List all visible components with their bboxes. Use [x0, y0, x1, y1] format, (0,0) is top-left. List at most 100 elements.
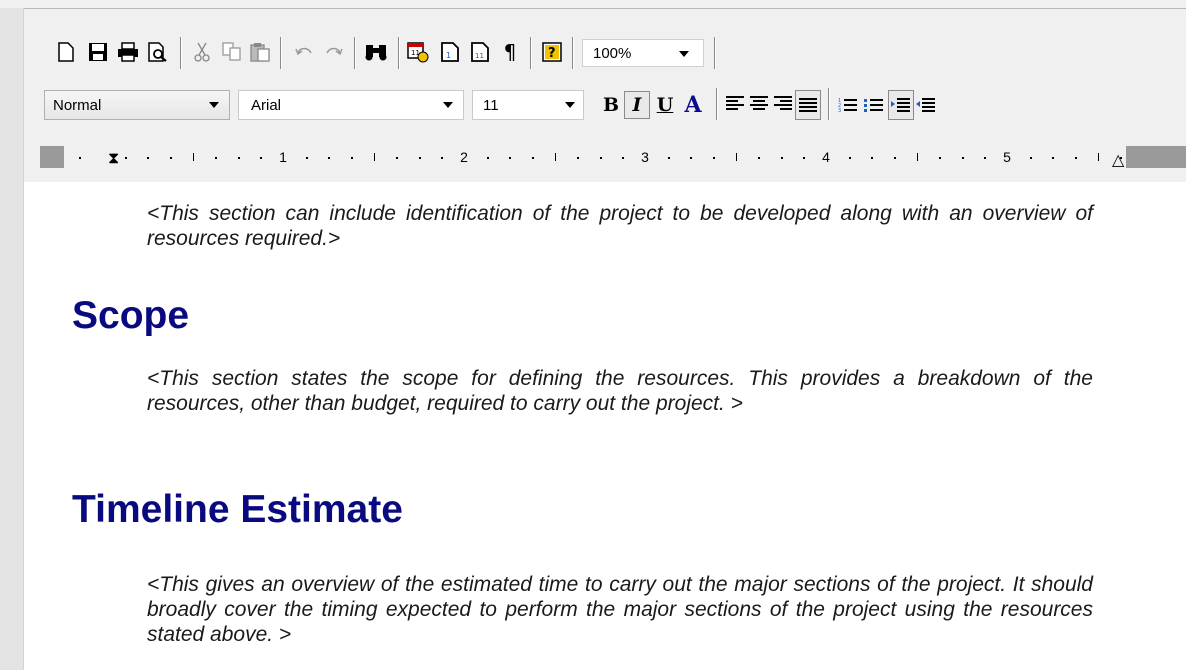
font-select[interactable]: Arial: [238, 90, 464, 120]
ruler-tick: [418, 157, 421, 159]
page-count-icon[interactable]: 11: [468, 39, 492, 65]
ruler-tick: [690, 157, 693, 159]
document-page[interactable]: <This section can include identification…: [24, 182, 1186, 670]
svg-text:3: 3: [838, 108, 841, 114]
align-right-icon[interactable]: [774, 96, 792, 112]
ruler-tick: [215, 157, 218, 159]
toolbar-separator: [572, 37, 574, 69]
ruler-half-tick: [554, 153, 556, 161]
ruler-half-tick: [1097, 153, 1099, 161]
ruler-right-margin: [1126, 146, 1186, 168]
window-top-border: [0, 8, 1186, 9]
toolbar-separator: [828, 88, 830, 120]
paste-icon[interactable]: [248, 39, 272, 65]
style-value: Normal: [53, 97, 102, 114]
increase-indent-icon[interactable]: [888, 90, 914, 120]
ruler-half-tick: [192, 153, 194, 161]
align-justify-icon: [799, 98, 817, 112]
ruler-tick: [780, 157, 783, 159]
right-indent-marker[interactable]: △: [1112, 150, 1124, 169]
ruler-tick: [758, 157, 761, 159]
undo-icon[interactable]: [292, 39, 316, 65]
underline-button[interactable]: U: [652, 91, 678, 119]
bullet-list-icon[interactable]: [862, 92, 886, 118]
formatting-toolbar: Normal Arial 11 B I U A 123: [40, 84, 1186, 126]
bold-button[interactable]: B: [598, 91, 624, 119]
italic-button[interactable]: I: [624, 91, 650, 119]
zoom-value: 100%: [593, 45, 632, 62]
ruler-number: 3: [641, 149, 649, 165]
ruler-tick: [441, 157, 444, 159]
ruler[interactable]: 1 2 3 4 5 ⧗ △: [40, 146, 1186, 169]
page-number-icon[interactable]: 1: [438, 39, 462, 65]
help-icon[interactable]: ?: [540, 39, 564, 65]
ruler-tick: [871, 157, 874, 159]
toolbar-separator: [398, 37, 400, 69]
ruler-left-margin: [40, 146, 64, 168]
ruler-tick: [984, 157, 987, 159]
justify-button[interactable]: [795, 90, 821, 120]
toolbar-separator: [714, 37, 716, 69]
show-formatting-icon[interactable]: ¶: [498, 39, 522, 65]
ruler-tick: [1029, 157, 1032, 159]
ruler-tick: [509, 157, 512, 159]
left-margin-strip: [0, 8, 24, 670]
cut-icon[interactable]: [190, 39, 214, 65]
ruler-track: 1 2 3 4 5: [64, 146, 1126, 168]
ruler-half-tick: [735, 153, 737, 161]
svg-text:1: 1: [446, 51, 451, 60]
ruler-tick: [169, 157, 172, 159]
ruler-number: 5: [1003, 149, 1011, 165]
numbered-list-icon[interactable]: 123: [836, 92, 860, 118]
print-preview-icon[interactable]: [146, 39, 170, 65]
ruler-tick: [712, 157, 715, 159]
copy-icon[interactable]: [220, 39, 244, 65]
find-icon[interactable]: [364, 39, 388, 65]
section-heading: Timeline Estimate: [72, 488, 403, 531]
left-indent-marker[interactable]: ⧗: [108, 148, 119, 168]
ruler-tick: [1052, 157, 1055, 159]
new-document-icon[interactable]: [54, 39, 78, 65]
ruler-tick: [237, 157, 240, 159]
toolbar-separator: [530, 37, 532, 69]
toolbar-separator: [354, 37, 356, 69]
ruler-tick: [939, 157, 942, 159]
toolbar-separator: [716, 88, 718, 120]
svg-text:?: ?: [548, 46, 556, 61]
section-paragraph: <This gives an overview of the estimated…: [147, 573, 1093, 646]
ruler-tick: [486, 157, 489, 159]
font-size-select[interactable]: 11: [472, 90, 584, 120]
font-color-button[interactable]: A: [680, 91, 706, 119]
style-select[interactable]: Normal: [44, 90, 230, 120]
zoom-select[interactable]: 100%: [582, 39, 704, 67]
ruler-tick: [803, 157, 806, 159]
align-center-icon[interactable]: [750, 96, 768, 112]
align-left-icon[interactable]: [726, 96, 744, 112]
decrease-indent-icon[interactable]: [914, 92, 938, 118]
insert-date-icon[interactable]: 11: [406, 39, 430, 65]
ruler-tick: [531, 157, 534, 159]
ruler-tick: [79, 157, 82, 159]
ruler-tick: [328, 157, 331, 159]
section-heading: Scope: [72, 294, 190, 337]
save-icon[interactable]: [86, 39, 110, 65]
standard-toolbar: 11 1 11 ¶ ? 100%: [40, 31, 1186, 75]
ruler-tick: [124, 157, 127, 159]
toolbar-separator: [280, 37, 282, 69]
ruler-number: 2: [460, 149, 468, 165]
chevron-down-icon: [565, 102, 575, 108]
ruler-tick: [961, 157, 964, 159]
print-icon[interactable]: [116, 39, 140, 65]
ruler-tick: [667, 157, 670, 159]
ruler-half-tick: [916, 153, 918, 161]
editor-window: 11 1 11 ¶ ? 100% Normal Arial 11 B I U A…: [0, 0, 1186, 670]
ruler-half-tick: [373, 153, 375, 161]
ruler-number: 4: [822, 149, 830, 165]
chevron-down-icon: [679, 51, 689, 57]
toolbar-separator: [180, 37, 182, 69]
font-size-value: 11: [483, 97, 499, 114]
redo-icon[interactable]: [322, 39, 346, 65]
svg-text:11: 11: [475, 52, 484, 60]
ruler-tick: [577, 157, 580, 159]
ruler-tick: [893, 157, 896, 159]
